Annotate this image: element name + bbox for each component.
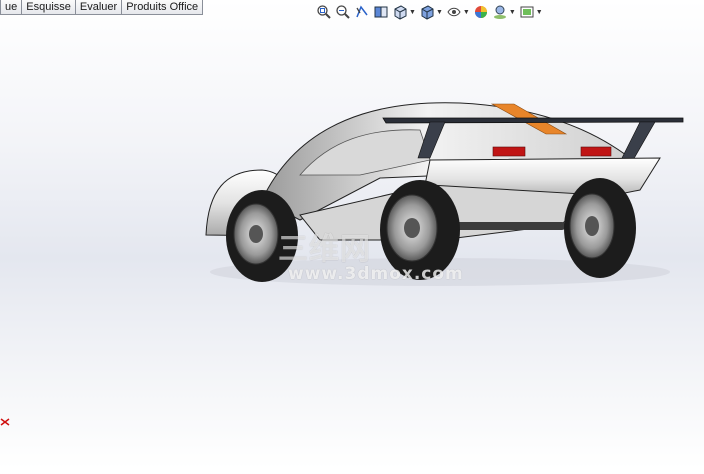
chevron-down-icon: ▼ xyxy=(435,8,443,16)
hide-show-items-icon xyxy=(447,7,461,17)
previous-view-icon xyxy=(356,5,368,18)
watermark-logo: 三维网 xyxy=(278,232,371,267)
graphics-area[interactable]: 三维网 www.3dmox.com xyxy=(0,20,704,469)
apply-scene-icon xyxy=(493,5,506,19)
tab-partial[interactable]: ue xyxy=(0,0,23,15)
view-settings-icon xyxy=(520,6,534,18)
axis-triad-icon xyxy=(0,418,10,426)
tab-evaluer[interactable]: Evaluer xyxy=(74,0,123,15)
display-style-icon xyxy=(421,5,434,20)
zoom-to-area-button[interactable] xyxy=(335,4,351,20)
view-orientation-icon xyxy=(394,5,407,20)
apply-scene-button[interactable]: ▼ xyxy=(492,4,516,20)
edit-appearance-button[interactable] xyxy=(473,4,489,20)
previous-view-button[interactable] xyxy=(354,4,370,20)
chevron-down-icon: ▼ xyxy=(535,8,543,16)
section-view-button[interactable] xyxy=(373,4,389,20)
command-manager-tabs: ue Esquisse Evaluer Produits Office xyxy=(0,0,204,15)
chevron-down-icon: ▼ xyxy=(409,8,416,16)
tab-esquisse[interactable]: Esquisse xyxy=(21,0,76,15)
zoom-to-area-icon xyxy=(336,5,350,19)
zoom-to-fit-icon xyxy=(317,5,331,19)
hide-show-items-button[interactable]: ▼ xyxy=(446,4,470,20)
zoom-to-fit-button[interactable] xyxy=(316,4,332,20)
wheel xyxy=(564,178,636,278)
view-settings-button[interactable]: ▼ xyxy=(519,4,543,20)
tab-produits-office[interactable]: Produits Office xyxy=(121,0,204,15)
display-style-button[interactable]: ▼ xyxy=(419,4,443,20)
watermark: 三维网 www.3dmox.com xyxy=(278,232,464,284)
chevron-down-icon: ▼ xyxy=(508,8,516,16)
section-view-icon xyxy=(374,6,388,18)
edit-appearance-icon xyxy=(474,6,487,18)
view-orientation-button[interactable]: ▼ xyxy=(392,4,416,20)
reference-triad xyxy=(0,415,12,433)
chevron-down-icon: ▼ xyxy=(462,8,470,16)
heads-up-view-toolbar: ▼ ▼ ▼ ▼ ▼ xyxy=(316,3,546,21)
